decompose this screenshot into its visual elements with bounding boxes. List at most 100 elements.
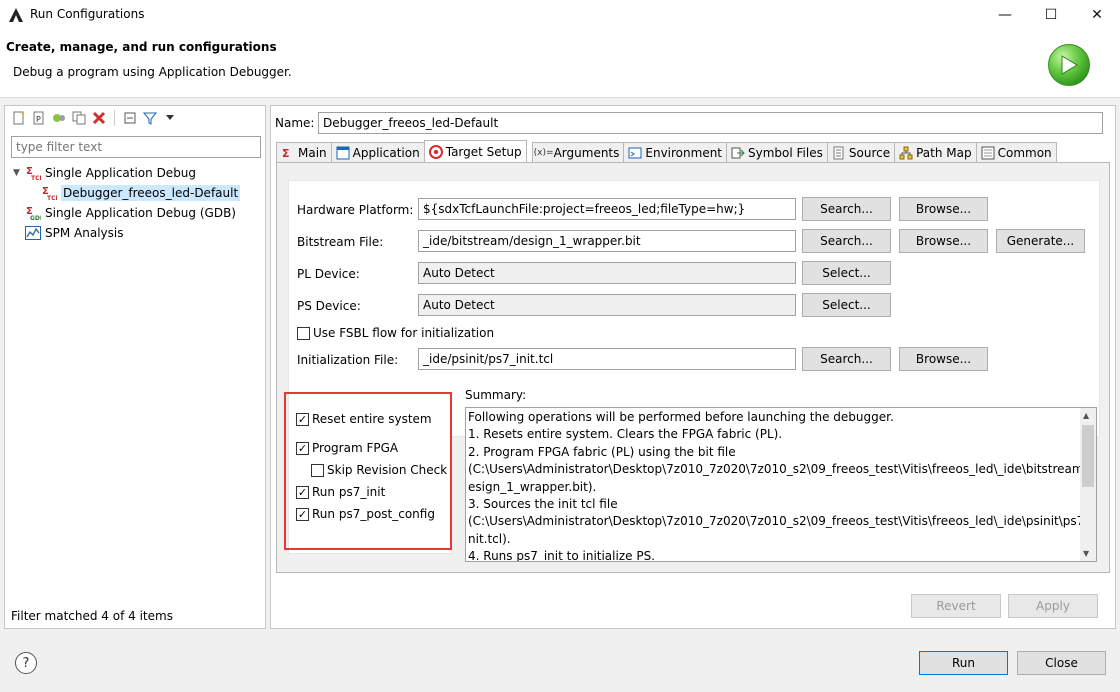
config-name-input[interactable] [318, 112, 1103, 134]
filter-status: Filter matched 4 of 4 items [11, 609, 173, 623]
init-file-browse-button[interactable]: Browse... [899, 347, 988, 371]
tab-label: Source [848, 145, 891, 160]
target-setup-content: Hardware Platform: ${sdxTcfLaunchFile:pr… [276, 162, 1110, 573]
name-label: Name: [275, 116, 315, 130]
svg-text:Σ: Σ [282, 147, 290, 160]
run-button[interactable]: Run [919, 651, 1008, 675]
tab-arguments[interactable]: (x)= Arguments [531, 142, 625, 162]
maximize-icon: ☐ [1044, 7, 1058, 23]
application-icon [336, 146, 350, 160]
summary-line: esign_1_wrapper.bit). [468, 479, 597, 494]
new-prototype-icon[interactable]: P [31, 110, 47, 126]
common-icon [981, 146, 995, 160]
filter-input[interactable] [11, 136, 261, 158]
scrollbar-thumb[interactable] [1082, 425, 1094, 487]
window-title: Run Configurations [30, 7, 145, 21]
source-icon [832, 146, 846, 160]
tree-item-spm-analysis[interactable]: SPM Analysis [13, 223, 240, 243]
summary-scrollbar[interactable]: ▲ ▼ [1080, 408, 1096, 561]
tab-path-map[interactable]: Path Map [894, 142, 977, 162]
svg-text:TCF: TCF [47, 195, 57, 201]
pl-device-select-button[interactable]: Select... [802, 261, 891, 285]
svg-text:GDB: GDB [30, 215, 41, 221]
tab-label: Common [997, 145, 1052, 160]
summary-line: nit.tcl). [468, 531, 511, 546]
tab-label: Environment [645, 145, 723, 160]
revert-button[interactable]: Revert [911, 594, 1001, 618]
dialog-header: Create, manage, and run configurations D… [0, 30, 1120, 98]
bitstream-file-label: Bitstream File: [297, 235, 384, 249]
filter-icon[interactable] [142, 110, 158, 126]
target-icon [428, 144, 443, 159]
delete-icon[interactable] [91, 110, 107, 126]
use-fsbl-checkbox-row[interactable]: Use FSBL flow for initialization [297, 326, 494, 340]
tab-label: Target Setup [445, 144, 522, 159]
config-type-panel: * P ▼ ΣTCF Single Application Debug ΣTCF… [4, 105, 266, 629]
tree-item-single-application-debug-gdb[interactable]: ΣGDB Single Application Debug (GDB) [13, 203, 240, 223]
environment-icon [628, 146, 642, 160]
path-map-icon [899, 146, 913, 160]
close-window-button[interactable]: ✕ [1074, 0, 1120, 30]
summary-line: 2. Program FPGA fabric (PL) using the bi… [468, 444, 736, 459]
tree-item-single-application-debug[interactable]: ▼ ΣTCF Single Application Debug [13, 163, 240, 183]
help-icon[interactable]: ? [15, 652, 37, 674]
tab-symbol-files[interactable]: Symbol Files [726, 142, 828, 162]
hardware-platform-field[interactable]: ${sdxTcfLaunchFile:project=freeos_led;fi… [418, 198, 796, 220]
svg-text:P: P [36, 115, 41, 124]
collapse-all-icon[interactable] [122, 110, 138, 126]
summary-line: 3. Sources the init tcl file [468, 497, 618, 512]
minimize-button[interactable]: — [982, 0, 1028, 30]
app-logo-icon [9, 8, 23, 22]
arguments-icon: (x)= [533, 147, 554, 158]
tree-item-debugger-freeos-led-default[interactable]: ΣTCF Debugger_freeos_led-Default [13, 183, 241, 203]
annotation-highlight-box [284, 392, 452, 550]
scroll-up-icon[interactable]: ▲ [1083, 411, 1089, 420]
config-tabs: Σ Main Application Target Setup (x)= Arg… [276, 140, 1057, 162]
bitstream-file-field[interactable]: _ide/bitstream/design_1_wrapper.bit [418, 230, 796, 252]
tab-main[interactable]: Σ Main [276, 142, 332, 162]
close-button[interactable]: Close [1017, 651, 1106, 675]
spm-chart-icon [25, 225, 41, 241]
svg-text:TCF: TCF [31, 175, 41, 181]
apply-button[interactable]: Apply [1008, 594, 1098, 618]
main-icon: Σ [281, 146, 295, 160]
hw-platform-search-button[interactable]: Search... [802, 197, 891, 221]
duplicate-icon[interactable] [71, 110, 87, 126]
pl-device-field: Auto Detect [418, 262, 796, 284]
tree-item-label: Single Application Debug [45, 166, 197, 180]
header-title: Create, manage, and run configurations [6, 40, 277, 54]
tab-source[interactable]: Source [826, 142, 896, 162]
init-file-search-button[interactable]: Search... [802, 347, 891, 371]
tab-environment[interactable]: Environment [623, 142, 728, 162]
header-subtitle: Debug a program using Application Debugg… [13, 65, 292, 79]
initialization-file-field[interactable]: _ide/psinit/ps7_init.tcl [418, 348, 796, 370]
svg-text:*: * [21, 111, 25, 119]
scroll-down-icon[interactable]: ▼ [1083, 549, 1089, 558]
summary-label: Summary: [465, 388, 527, 402]
expand-chevron-icon[interactable]: ▼ [13, 168, 25, 178]
export-icon[interactable] [51, 110, 67, 126]
hw-platform-browse-button[interactable]: Browse... [899, 197, 988, 221]
ps-device-field: Auto Detect [418, 294, 796, 316]
tab-label: Main [298, 145, 327, 160]
new-config-icon[interactable]: * [11, 110, 27, 126]
tab-common[interactable]: Common [975, 142, 1057, 162]
summary-line: (C:\Users\Administrator\Desktop\7z010_7z… [468, 462, 1096, 477]
config-editor-panel: Name: Σ Main Application Target Setup (x… [270, 105, 1116, 629]
hardware-platform-label: Hardware Platform: [297, 203, 414, 217]
gdb-launch-icon: ΣGDB [25, 205, 41, 221]
summary-text-area[interactable]: Following operations will be performed b… [465, 407, 1097, 562]
bitstream-generate-button[interactable]: Generate... [996, 229, 1085, 253]
left-toolbar: * P [5, 106, 265, 130]
view-menu-dropdown-icon[interactable] [162, 110, 178, 126]
bitstream-search-button[interactable]: Search... [802, 229, 891, 253]
maximize-button[interactable]: ☐ [1028, 0, 1074, 30]
use-fsbl-checkbox[interactable] [297, 326, 310, 340]
bitstream-browse-button[interactable]: Browse... [899, 229, 988, 253]
tab-label: Application [352, 145, 420, 160]
ps-device-select-button[interactable]: Select... [802, 293, 891, 317]
summary-line: (C:\Users\Administrator\Desktop\7z010_7z… [468, 514, 1094, 529]
ps-device-label: PS Device: [297, 299, 361, 313]
tab-application[interactable]: Application [330, 142, 425, 162]
tab-target-setup[interactable]: Target Setup [423, 140, 527, 162]
